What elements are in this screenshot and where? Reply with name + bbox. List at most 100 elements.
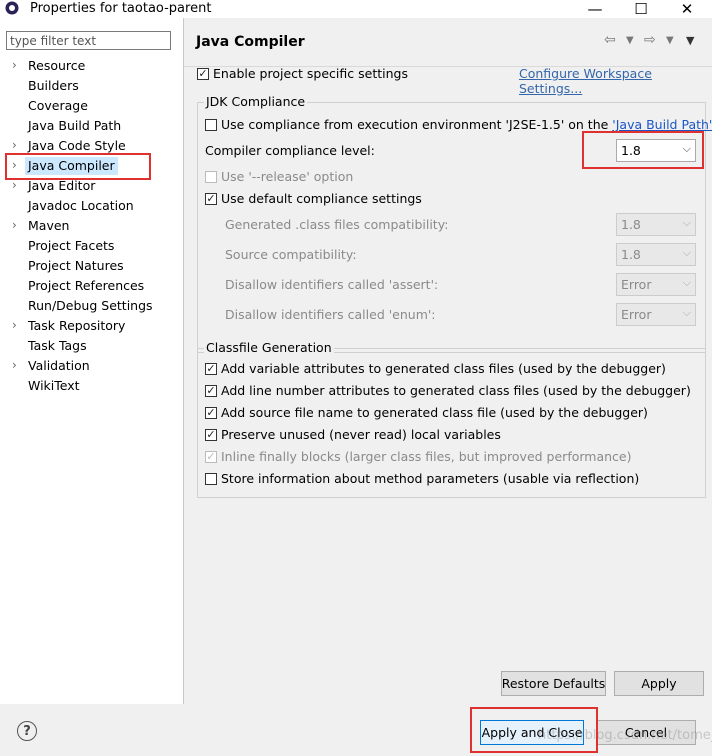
sidebar-item[interactable]: Project Facets	[0, 236, 183, 256]
release-option-row: Use '--release' option	[205, 169, 405, 185]
use-default-compliance-checkbox[interactable]: ✓	[205, 193, 217, 205]
sidebar-item[interactable]: Builders	[0, 76, 183, 96]
eclipse-app-icon	[5, 1, 19, 15]
back-menu-chevron-icon[interactable]: ▼	[626, 35, 634, 46]
classfile-option-label: Preserve unused (never read) local varia…	[221, 427, 501, 442]
generated-class-compat-value: 1.8	[621, 217, 641, 232]
generated-class-compat-label: Generated .class files compatibility:	[225, 217, 449, 232]
close-button[interactable]: ✕	[664, 0, 710, 18]
java-compiler-highlight-box	[5, 153, 151, 180]
sidebar-item[interactable]: › Resource	[0, 56, 183, 76]
sidebar-item-label: Task Tags	[28, 338, 87, 353]
maximize-button[interactable]: ☐	[618, 0, 664, 18]
properties-page: Java Compiler ⇦ ▼ ⇨ ▼ ▼ ✓ Enable project…	[184, 18, 712, 704]
chevron-right-icon[interactable]: ›	[12, 138, 17, 152]
chevron-right-icon[interactable]: ›	[12, 178, 17, 192]
assert-identifier-value: Error	[621, 277, 652, 292]
sidebar-item[interactable]: › Maven	[0, 216, 183, 236]
sidebar-item[interactable]: › Validation	[0, 356, 183, 376]
chevron-right-icon[interactable]: ›	[12, 318, 17, 332]
chevron-down-icon: ⌵	[682, 216, 691, 229]
generated-class-compat-select: 1.8 ⌵	[616, 213, 696, 236]
use-default-compliance-row[interactable]: ✓ Use default compliance settings	[205, 191, 455, 207]
window-title: Properties for taotao-parent	[30, 1, 212, 16]
sidebar-item[interactable]: WikiText	[0, 376, 183, 396]
enum-identifier-select: Error ⌵	[616, 303, 696, 326]
enum-identifier-label: Disallow identifiers called 'enum':	[225, 307, 436, 322]
sidebar-item-label: Validation	[28, 358, 90, 373]
sidebar-item[interactable]: Task Tags	[0, 336, 183, 356]
chevron-down-icon: ⌵	[682, 246, 691, 259]
sidebar-item-label: WikiText	[28, 378, 80, 393]
classfile-option-checkbox[interactable]: ✓	[205, 407, 217, 419]
cancel-button[interactable]: Cancel	[596, 720, 696, 745]
apply-button[interactable]: Apply	[614, 671, 704, 696]
sidebar-item-label: Javadoc Location	[28, 198, 134, 213]
sidebar-item-label: Maven	[28, 218, 70, 233]
classfile-option-checkbox[interactable]	[205, 473, 217, 485]
filter-input[interactable]	[6, 31, 171, 50]
chevron-right-icon[interactable]: ›	[12, 58, 17, 72]
minimize-button[interactable]: —	[572, 0, 618, 18]
classfile-option-checkbox[interactable]: ✓	[205, 363, 217, 375]
sidebar-item-label: Java Build Path	[28, 118, 122, 133]
chevron-right-icon[interactable]: ›	[12, 358, 17, 372]
help-icon[interactable]: ?	[17, 721, 37, 741]
classfile-option-row: ✓ Inline finally blocks (larger class fil…	[205, 449, 685, 465]
classfile-option-label: Add source file name to generated class …	[221, 405, 648, 420]
source-compat-label: Source compatibility:	[225, 247, 357, 262]
view-menu-icon[interactable]: ▼	[686, 34, 694, 47]
classfile-option-label: Store information about method parameter…	[221, 471, 640, 486]
jdk-compliance-title: JDK Compliance	[204, 94, 308, 109]
forward-arrow-icon[interactable]: ⇨	[644, 32, 656, 48]
sidebar-item-label: Run/Debug Settings	[28, 298, 153, 313]
source-compat-value: 1.8	[621, 247, 641, 262]
page-header: Java Compiler ⇦ ▼ ⇨ ▼ ▼	[184, 18, 712, 67]
enable-project-specific-checkbox[interactable]: ✓	[197, 68, 209, 80]
sidebar-item[interactable]: Project References	[0, 276, 183, 296]
classfile-option-row[interactable]: ✓ Add source file name to generated class…	[205, 405, 685, 421]
apply-close-highlight-box	[470, 707, 598, 753]
sidebar-item[interactable]: Coverage	[0, 96, 183, 116]
java-build-path-link[interactable]: 'Java Build Path'	[612, 117, 712, 132]
classfile-generation-title: Classfile Generation	[204, 340, 334, 355]
sidebar-item[interactable]: Project Natures	[0, 256, 183, 276]
sidebar-item[interactable]: Run/Debug Settings	[0, 296, 183, 316]
sidebar-item[interactable]: Java Build Path	[0, 116, 183, 136]
classfile-option-checkbox[interactable]: ✓	[205, 429, 217, 441]
sidebar-item-label: Builders	[28, 78, 79, 93]
release-option-label: Use '--release' option	[221, 169, 354, 184]
use-env-compliance-checkbox[interactable]	[205, 119, 217, 131]
classfile-option-checkbox[interactable]: ✓	[205, 385, 217, 397]
use-env-compliance-label: Use compliance from execution environmen…	[221, 117, 613, 132]
source-compat-select: 1.8 ⌵	[616, 243, 696, 266]
sidebar-item-label: Project References	[28, 278, 145, 293]
assert-identifier-label: Disallow identifiers called 'assert':	[225, 277, 439, 292]
enum-identifier-value: Error	[621, 307, 652, 322]
sidebar-item-label: Coverage	[28, 98, 88, 113]
page-title: Java Compiler	[196, 34, 305, 50]
sidebar-item-label: Resource	[28, 58, 86, 73]
sidebar-item-label: Task Repository	[28, 318, 126, 333]
preference-tree-pane: › Resource Builders Coverage Java Build Path…	[0, 18, 184, 704]
classfile-option-row[interactable]: ✓ Add line number attributes to generated…	[205, 383, 691, 399]
restore-defaults-button[interactable]: Restore Defaults	[501, 671, 606, 696]
back-arrow-icon[interactable]: ⇦	[604, 32, 616, 48]
classfile-option-row[interactable]: Store information about method parameter…	[205, 471, 685, 487]
compliance-level-label: Compiler compliance level:	[205, 143, 375, 158]
configure-workspace-link[interactable]: Configure Workspace Settings...	[519, 66, 712, 96]
enable-project-specific-row[interactable]: ✓ Enable project specific settings	[197, 66, 497, 82]
use-default-compliance-label: Use default compliance settings	[221, 191, 422, 206]
classfile-option-row[interactable]: ✓ Preserve unused (never read) local vari…	[205, 427, 685, 443]
classfile-option-label: Add line number attributes to generated …	[221, 383, 691, 398]
classfile-option-label: Inline finally blocks (larger class file…	[221, 449, 632, 464]
classfile-option-label: Add variable attributes to generated cla…	[221, 361, 666, 376]
sidebar-item-label: Project Facets	[28, 238, 115, 253]
forward-menu-chevron-icon[interactable]: ▼	[666, 35, 674, 46]
sidebar-item[interactable]: › Task Repository	[0, 316, 183, 336]
sidebar-item-label: Project Natures	[28, 258, 124, 273]
chevron-right-icon[interactable]: ›	[12, 218, 17, 232]
classfile-option-row[interactable]: ✓ Add variable attributes to generated cl…	[205, 361, 685, 377]
assert-identifier-select: Error ⌵	[616, 273, 696, 296]
sidebar-item[interactable]: Javadoc Location	[0, 196, 183, 216]
